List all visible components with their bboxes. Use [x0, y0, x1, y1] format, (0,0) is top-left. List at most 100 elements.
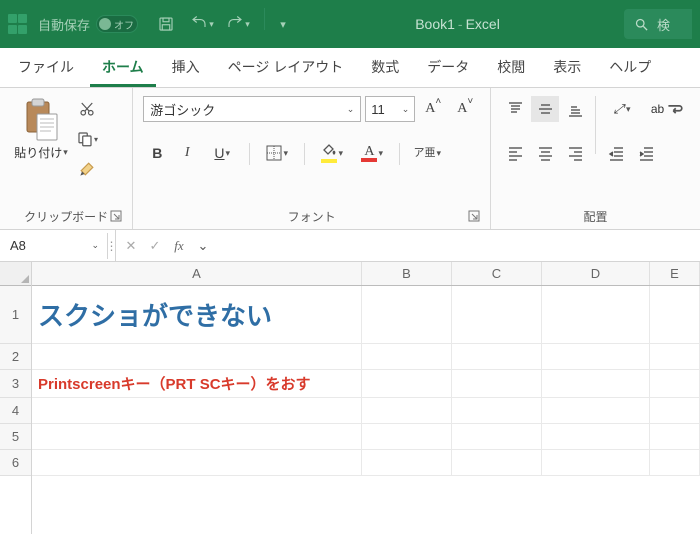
align-center-button[interactable] [531, 140, 559, 166]
group-clipboard: 貼り付け ▾ ▾ クリップボード [0, 88, 133, 229]
row-header[interactable]: 6 [0, 450, 31, 476]
tab-help[interactable]: ヘルプ [597, 49, 663, 87]
select-all-corner[interactable] [0, 262, 31, 286]
align-middle-button[interactable] [531, 96, 559, 122]
copy-button[interactable]: ▾ [76, 128, 98, 150]
orientation-button[interactable]: ⤢▾ [602, 96, 642, 122]
ribbon-tabs: ファイル ホーム 挿入 ページ レイアウト 数式 データ 校閲 表示 ヘルプ [0, 48, 700, 88]
formula-input[interactable] [218, 233, 700, 259]
cell[interactable] [452, 450, 542, 476]
phonetic-button[interactable]: ア亜▾ [408, 140, 446, 166]
increase-indent-button[interactable] [632, 140, 660, 166]
font-color-button[interactable]: A▾ [353, 140, 391, 166]
name-box[interactable]: A8⌄ [2, 233, 108, 259]
cell[interactable] [362, 344, 452, 370]
row-header[interactable]: 1 [0, 286, 31, 344]
underline-button[interactable]: U▾ [203, 140, 241, 166]
cell[interactable] [362, 398, 452, 424]
cell[interactable] [452, 398, 542, 424]
bold-button[interactable]: B [143, 140, 171, 166]
redo-button[interactable]: ▾ [222, 8, 254, 40]
cell[interactable] [650, 398, 700, 424]
align-left-button[interactable] [501, 140, 529, 166]
autosave-toggle[interactable]: 自動保存 オフ [38, 15, 138, 34]
cell[interactable] [362, 450, 452, 476]
tab-file[interactable]: ファイル [6, 49, 86, 87]
col-header[interactable]: B [362, 262, 452, 285]
cell[interactable] [32, 398, 362, 424]
cell[interactable] [542, 286, 650, 344]
format-painter-button[interactable] [76, 158, 98, 180]
group-font: 游ゴシック⌄ 11⌄ A˄ A˅ B I U▾ ▾ ▾ A▾ ア亜▾ フォント [133, 88, 491, 229]
cell[interactable] [452, 344, 542, 370]
cell[interactable] [452, 424, 542, 450]
fill-color-button[interactable]: ▾ [313, 140, 351, 166]
tab-data[interactable]: データ [415, 49, 481, 87]
search-box[interactable]: 検 [624, 9, 692, 39]
tab-view[interactable]: 表示 [541, 49, 593, 87]
paste-button[interactable]: 貼り付け ▾ [14, 144, 68, 161]
font-name-combo[interactable]: 游ゴシック⌄ [143, 96, 361, 122]
row-header[interactable]: 4 [0, 398, 31, 424]
cell[interactable] [362, 424, 452, 450]
tab-page-layout[interactable]: ページ レイアウト [216, 49, 356, 87]
tab-formulas[interactable]: 数式 [359, 49, 411, 87]
borders-button[interactable]: ▾ [258, 140, 296, 166]
group-alignment: ⤢▾ ab 配置 [491, 88, 700, 229]
cell[interactable] [542, 398, 650, 424]
cell[interactable] [650, 344, 700, 370]
font-dialog-launcher[interactable] [468, 210, 480, 225]
cell[interactable] [650, 424, 700, 450]
decrease-font-button[interactable]: A˅ [451, 96, 479, 122]
enter-formula-button[interactable]: ✓ [146, 238, 164, 254]
font-size-combo[interactable]: 11⌄ [365, 96, 415, 122]
tab-home[interactable]: ホーム [90, 49, 156, 87]
cell[interactable] [362, 370, 452, 398]
cell[interactable] [32, 450, 362, 476]
italic-button[interactable]: I [173, 140, 201, 166]
cancel-formula-button[interactable]: ✕ [122, 238, 140, 254]
align-bottom-button[interactable] [561, 96, 589, 122]
cell-A1[interactable]: スクショができない [32, 286, 362, 344]
cell[interactable] [650, 286, 700, 344]
cell[interactable] [650, 370, 700, 398]
formula-dropdown[interactable]: ⌄ [194, 238, 212, 254]
decrease-indent-button[interactable] [602, 140, 630, 166]
row-header[interactable]: 5 [0, 424, 31, 450]
col-header[interactable]: E [650, 262, 700, 285]
undo-button[interactable]: ▾ [186, 8, 218, 40]
cut-button[interactable] [76, 98, 98, 120]
col-header[interactable]: D [542, 262, 650, 285]
cell[interactable] [452, 286, 542, 344]
toggle-off-icon[interactable]: オフ [96, 15, 138, 33]
insert-function-button[interactable]: fx [170, 238, 188, 254]
title-bar: 自動保存 オフ ▾ ▾ ▾ Book1-Excel 検 [0, 0, 700, 48]
col-header[interactable]: C [452, 262, 542, 285]
align-right-button[interactable] [561, 140, 589, 166]
tab-insert[interactable]: 挿入 [160, 49, 212, 87]
cell-A3[interactable]: Printscreenキー（PRT SCキー）をおす [32, 370, 362, 398]
cell[interactable] [32, 424, 362, 450]
save-button[interactable] [150, 8, 182, 40]
col-header[interactable]: A [32, 262, 362, 285]
tab-review[interactable]: 校閲 [485, 49, 537, 87]
cell[interactable] [32, 344, 362, 370]
cell[interactable] [362, 286, 452, 344]
cell[interactable] [452, 370, 542, 398]
cell[interactable] [542, 344, 650, 370]
spreadsheet-grid[interactable]: 1 2 3 4 5 6 A B C D E スクショができない Printscr… [0, 262, 700, 534]
app-icon [8, 14, 28, 34]
cell[interactable] [542, 450, 650, 476]
clipboard-dialog-launcher[interactable] [110, 210, 122, 225]
increase-font-button[interactable]: A˄ [419, 96, 447, 122]
cell[interactable] [650, 450, 700, 476]
qat-customize[interactable]: ▾ [275, 8, 291, 40]
autosave-label: 自動保存 [38, 15, 90, 34]
cell[interactable] [542, 424, 650, 450]
row-header[interactable]: 3 [0, 370, 31, 398]
align-top-button[interactable] [501, 96, 529, 122]
row-header[interactable]: 2 [0, 344, 31, 370]
qat: ▾ ▾ ▾ [150, 8, 291, 40]
wrap-text-button[interactable]: ab [644, 96, 690, 122]
cell[interactable] [542, 370, 650, 398]
